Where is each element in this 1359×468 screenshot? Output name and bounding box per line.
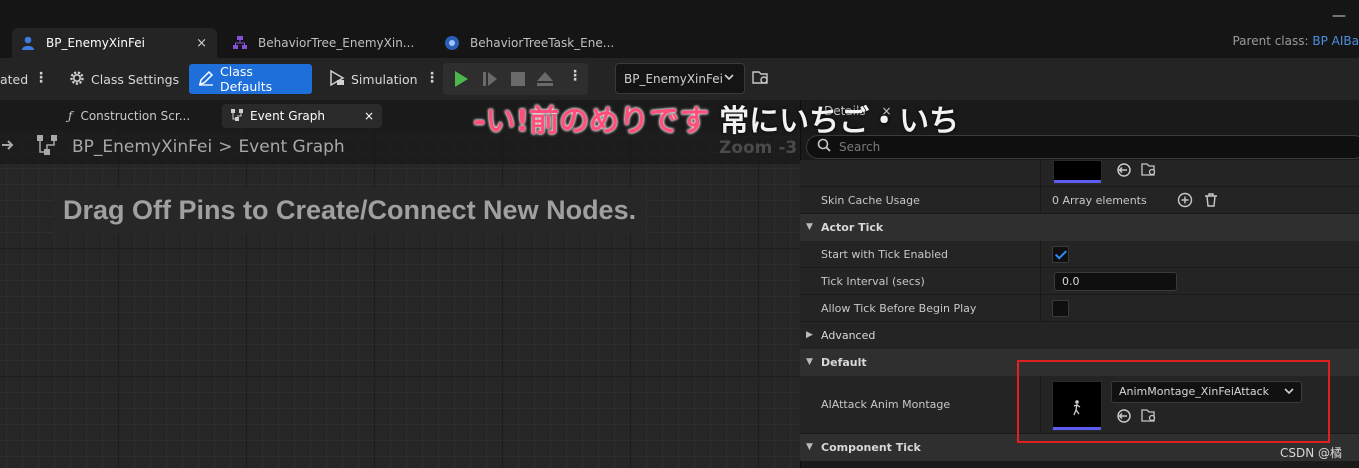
- graph-nodes-icon: [36, 134, 58, 161]
- tab-label: Construction Scr...: [80, 109, 191, 123]
- class-defaults-button[interactable]: Class Defaults: [189, 64, 312, 94]
- column-divider: [1040, 187, 1041, 213]
- caption-white: 常にいちご・いち: [719, 104, 960, 139]
- subtitle-caption: -い!前のめりです 常にいちご・いち: [473, 96, 959, 140]
- property-label: AIAttack Anim Montage: [821, 398, 951, 411]
- tab-label: BehaviorTree_EnemyXin...: [258, 36, 415, 50]
- expanded-arrow-icon: ▼: [806, 222, 813, 232]
- tab-behavior-task[interactable]: BehaviorTreeTask_Ene...: [436, 28, 636, 58]
- more-play-options-icon[interactable]: ⋮: [568, 68, 582, 84]
- category-actor-tick[interactable]: ▼ Actor Tick: [800, 214, 1359, 241]
- category-advanced[interactable]: ▶ Advanced: [800, 322, 1359, 349]
- category-label: Component Tick: [821, 441, 921, 454]
- allow-tick-row: Allow Tick Before Begin Play: [800, 295, 1359, 322]
- parent-class: Parent class: BP AIBa: [1232, 34, 1359, 48]
- step-icon[interactable]: [481, 70, 499, 92]
- allow-tick-checkbox[interactable]: [1052, 300, 1069, 317]
- start-tick-row: Start with Tick Enabled: [800, 241, 1359, 268]
- column-divider: [1040, 241, 1041, 267]
- event-graph-canvas[interactable]: [0, 130, 800, 468]
- title-bar: — BP_EnemyXinFei × BehaviorTree_EnemyXin…: [0, 0, 1359, 60]
- chevron-down-icon: [723, 71, 735, 86]
- start-tick-checkbox[interactable]: [1052, 246, 1069, 263]
- tick-interval-input[interactable]: 0.0: [1054, 272, 1177, 291]
- blueprint-person-icon: [20, 35, 36, 51]
- simulation-icon: [328, 69, 346, 90]
- stop-icon[interactable]: [509, 70, 527, 92]
- highlight-annotation-box: [1017, 360, 1330, 443]
- asset-thumbnail[interactable]: [1053, 160, 1102, 184]
- parent-class-link[interactable]: BP AIBa: [1312, 34, 1359, 48]
- browse-icon[interactable]: [1141, 162, 1157, 182]
- tab-event-graph[interactable]: Event Graph ×: [222, 104, 382, 128]
- add-element-icon[interactable]: [1177, 192, 1193, 211]
- class-settings-button[interactable]: Class Settings: [60, 64, 187, 94]
- class-settings-label: Class Settings: [91, 71, 180, 87]
- debug-object-label: BP_EnemyXinFei: [624, 71, 723, 86]
- collapsed-arrow-icon: ▶: [806, 330, 813, 340]
- column-divider: [1040, 160, 1041, 186]
- watermark: CSDN @橘: [1279, 446, 1342, 460]
- search-placeholder: Search: [839, 140, 881, 154]
- column-divider: [1040, 295, 1041, 321]
- minimize-button[interactable]: —: [1332, 8, 1346, 24]
- property-label: Skin Cache Usage: [821, 194, 920, 207]
- toolbar-partial-button[interactable]: ated: [0, 64, 36, 94]
- trash-icon[interactable]: [1203, 192, 1219, 211]
- pencil-icon: [197, 69, 215, 90]
- property-label: Allow Tick Before Begin Play: [821, 302, 977, 315]
- zoom-level: Zoom -3: [719, 138, 798, 158]
- category-label: Default: [821, 356, 867, 369]
- tab-label: BehaviorTreeTask_Ene...: [470, 36, 615, 50]
- tab-close-icon[interactable]: ×: [364, 109, 374, 123]
- array-count: 0 Array elements: [1052, 194, 1147, 207]
- more-options-icon[interactable]: ⋮: [34, 70, 48, 86]
- breadcrumb-current: Event Graph: [238, 137, 345, 157]
- gear-icon: [68, 69, 86, 90]
- breadcrumb-separator: >: [218, 137, 233, 157]
- debug-object-dropdown[interactable]: BP_EnemyXinFei: [615, 63, 745, 94]
- tab-behavior-tree[interactable]: BehaviorTree_EnemyXin...: [224, 28, 424, 58]
- simulation-label: Simulation: [351, 71, 418, 87]
- category-label: Actor Tick: [821, 221, 884, 234]
- tab-construction-script[interactable]: ƒ Construction Scr...: [60, 104, 198, 128]
- tab-label: BP_EnemyXinFei: [46, 36, 145, 50]
- property-label: Tick Interval (secs): [821, 275, 925, 288]
- function-icon: ƒ: [68, 109, 73, 123]
- category-label: Advanced: [821, 329, 876, 342]
- search-icon: [817, 138, 831, 156]
- parent-class-label: Parent class:: [1232, 34, 1309, 48]
- thumbnail-bar: [1054, 180, 1101, 183]
- class-defaults-label: Class Defaults: [220, 64, 273, 94]
- caption-pink: -い!前のめりです: [473, 104, 710, 139]
- tab-label: Event Graph: [250, 109, 325, 123]
- eject-icon[interactable]: [536, 70, 554, 92]
- expanded-arrow-icon: ▼: [806, 442, 813, 452]
- breadcrumb-root[interactable]: BP_EnemyXinFei: [72, 137, 212, 157]
- find-in-browser-icon[interactable]: [752, 69, 770, 91]
- skin-cache-row: Skin Cache Usage 0 Array elements: [800, 187, 1359, 214]
- simulation-button[interactable]: Simulation: [320, 64, 426, 94]
- partial-label: ated: [0, 71, 29, 87]
- tab-bp-enemy[interactable]: BP_EnemyXinFei ×: [12, 28, 217, 58]
- play-controls: ⋮: [443, 63, 588, 95]
- property-label: Start with Tick Enabled: [821, 248, 949, 261]
- tab-close-icon[interactable]: ×: [196, 36, 207, 51]
- behavior-tree-icon: [232, 35, 248, 51]
- back-arrow-icon[interactable]: [2, 137, 16, 157]
- event-graph-icon: [230, 108, 244, 125]
- separator-icon: ⋮: [425, 70, 439, 86]
- play-icon[interactable]: [452, 70, 470, 92]
- graph-hint: Drag Off Pins to Create/Connect New Node…: [53, 188, 647, 233]
- column-divider: [1040, 268, 1041, 294]
- expanded-arrow-icon: ▼: [806, 357, 813, 367]
- behavior-task-icon: [444, 35, 460, 51]
- use-selected-icon[interactable]: [1116, 162, 1132, 182]
